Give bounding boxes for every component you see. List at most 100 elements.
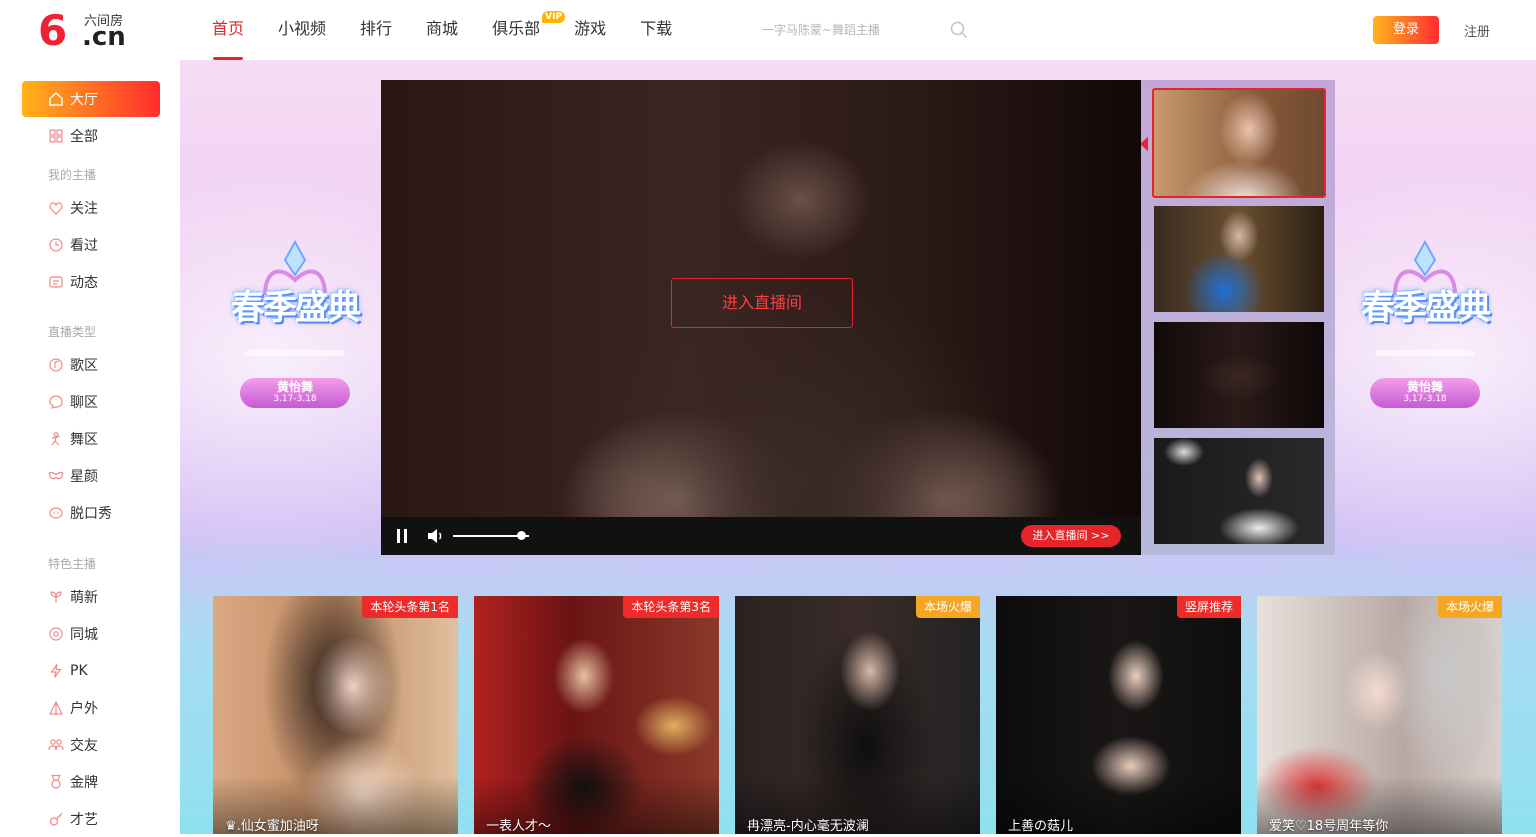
main-nav: 首页 小视频 排行 商城 俱乐部 VIP 游戏 下载 bbox=[195, 0, 689, 60]
sidebar-item-label: 全部 bbox=[70, 129, 98, 145]
enter-room-link[interactable]: 进入直播间 >> bbox=[1021, 525, 1121, 547]
nav-mall[interactable]: 商城 bbox=[409, 0, 475, 60]
card-anchor-name: 一表人才～ bbox=[486, 819, 552, 834]
sprout-icon bbox=[50, 591, 62, 603]
nav-games-label: 游戏 bbox=[574, 19, 607, 38]
card-tag: 竖屏推荐 bbox=[1176, 596, 1241, 618]
sidebar-item-outdoor[interactable]: 户外 bbox=[22, 690, 160, 726]
card-anchor-name: ♛.仙女蜜加油呀 bbox=[225, 819, 319, 834]
sidebar-item-label: 金牌 bbox=[70, 775, 98, 791]
volume-icon[interactable] bbox=[427, 528, 445, 544]
sidebar-heading-my-anchors: 我的主播 bbox=[48, 168, 97, 182]
card-tag: 本轮头条第1名 bbox=[362, 596, 458, 618]
sidebar-item-label: 萌新 bbox=[70, 590, 98, 606]
sidebar-item-watched[interactable]: 看过 bbox=[22, 227, 160, 263]
nav-ranking[interactable]: 排行 bbox=[343, 0, 409, 60]
nav-club-label: 俱乐部 bbox=[492, 19, 541, 38]
anchor-card[interactable]: 本轮头条第3名 一表人才～ bbox=[474, 596, 719, 834]
search-input[interactable] bbox=[752, 14, 942, 46]
sidebar: 大厅 全部 我的主播 关注 看过 动态 直播类型 歌区 聊区 舞区 星颜 脱口秀… bbox=[0, 60, 180, 834]
search-box bbox=[752, 14, 972, 46]
card-anchor-name: 上善の菇儿 bbox=[1008, 819, 1074, 834]
sidebar-item-talent[interactable]: 才艺 bbox=[22, 801, 160, 837]
sidebar-item-talkshow[interactable]: 脱口秀 bbox=[22, 495, 160, 531]
sidebar-item-feed[interactable]: 动态 bbox=[22, 264, 160, 300]
music-icon bbox=[49, 358, 63, 372]
card-tag: 本场火爆 bbox=[915, 596, 980, 618]
spring-gala-banner-left[interactable]: 春季盛典 黄怡舞 3.17-3.18 bbox=[200, 240, 390, 420]
sidebar-item-label: 聊区 bbox=[70, 395, 98, 411]
sidebar-item-label: 才艺 bbox=[70, 812, 98, 828]
sidebar-item-local[interactable]: 同城 bbox=[22, 616, 160, 652]
stream-thumbnail[interactable] bbox=[1154, 438, 1324, 544]
guitar-icon bbox=[49, 813, 63, 826]
sidebar-item-beauty[interactable]: 星颜 bbox=[22, 458, 160, 494]
nav-club[interactable]: 俱乐部 VIP bbox=[475, 0, 566, 60]
sidebar-item-song[interactable]: 歌区 bbox=[22, 347, 160, 383]
stream-thumbnail[interactable] bbox=[1154, 206, 1324, 312]
nav-games[interactable]: 游戏 bbox=[557, 0, 623, 60]
register-link[interactable]: 注册 bbox=[1464, 21, 1490, 40]
card-anchor-name: 冉漂亮-内心毫无波澜 bbox=[747, 819, 869, 834]
banner-pill: 黄怡舞 3.17-3.18 bbox=[1370, 378, 1480, 408]
nav-short-video[interactable]: 小视频 bbox=[261, 0, 343, 60]
lightning-icon bbox=[50, 664, 62, 678]
stream-thumbnail[interactable] bbox=[1154, 322, 1324, 428]
sidebar-item-friends[interactable]: 交友 bbox=[22, 727, 160, 763]
grid-icon bbox=[49, 129, 63, 143]
card-anchor-name: 爱笑♡18号周年等你 bbox=[1269, 819, 1389, 834]
sidebar-item-gold[interactable]: 金牌 bbox=[22, 764, 160, 800]
sidebar-item-follow[interactable]: 关注 bbox=[22, 190, 160, 226]
sidebar-item-newbie[interactable]: 萌新 bbox=[22, 579, 160, 615]
anchor-card[interactable]: 本轮头条第1名 ♛.仙女蜜加油呀 bbox=[213, 596, 458, 834]
sidebar-item-dance[interactable]: 舞区 bbox=[22, 421, 160, 457]
sidebar-item-label: 星颜 bbox=[70, 469, 98, 485]
site-logo[interactable]: 6 六间房 .cn bbox=[38, 8, 138, 54]
recommended-streams bbox=[1141, 80, 1335, 555]
banner-pill: 黄怡舞 3.17-3.18 bbox=[240, 378, 350, 408]
nav-ranking-label: 排行 bbox=[360, 19, 393, 38]
sidebar-item-label: 同城 bbox=[70, 627, 98, 643]
top-header: 6 六间房 .cn 首页 小视频 排行 商城 俱乐部VIP 游戏 下载 登录 注… bbox=[0, 0, 1536, 60]
sidebar-item-label: 舞区 bbox=[70, 432, 98, 448]
sidebar-item-label: 交友 bbox=[70, 738, 98, 754]
anchor-card[interactable]: 竖屏推荐 上善の菇儿 bbox=[996, 596, 1241, 834]
logo-domain: .cn bbox=[82, 22, 126, 52]
nav-download[interactable]: 下载 bbox=[623, 0, 689, 60]
home-icon bbox=[49, 92, 63, 106]
heart-icon bbox=[49, 202, 63, 215]
spring-gala-banner-right[interactable]: 春季盛典 黄怡舞 3.17-3.18 bbox=[1330, 240, 1520, 420]
banner-pill-name: 黄怡舞 bbox=[1406, 380, 1443, 394]
banner-title: 春季盛典 bbox=[1361, 288, 1491, 328]
sidebar-item-label: PK bbox=[70, 663, 88, 679]
sidebar-item-chat[interactable]: 聊区 bbox=[22, 384, 160, 420]
anchor-card[interactable]: 本场火爆 爱笑♡18号周年等你 bbox=[1257, 596, 1502, 834]
anchor-card[interactable]: 本场火爆 冉漂亮-内心毫无波澜 bbox=[735, 596, 980, 834]
volume-slider-handle[interactable] bbox=[517, 531, 527, 540]
card-tag: 本轮头条第3名 bbox=[623, 596, 719, 618]
nav-home[interactable]: 首页 bbox=[195, 0, 261, 60]
location-icon bbox=[49, 627, 63, 641]
sidebar-item-all[interactable]: 全部 bbox=[22, 118, 160, 154]
sidebar-item-hall[interactable]: 大厅 bbox=[22, 81, 160, 117]
sidebar-item-label: 关注 bbox=[70, 201, 98, 217]
sidebar-item-label: 动态 bbox=[70, 275, 98, 291]
banner-title: 春季盛典 bbox=[231, 288, 361, 328]
sidebar-item-label: 看过 bbox=[70, 238, 98, 254]
stream-thumbnail[interactable] bbox=[1152, 88, 1326, 198]
nav-download-label: 下载 bbox=[640, 19, 673, 38]
live-player[interactable]: 进入直播间 进入直播间 >> bbox=[381, 80, 1141, 555]
pause-icon[interactable] bbox=[396, 529, 408, 543]
banner-pill-name: 黄怡舞 bbox=[276, 380, 313, 394]
chat-icon bbox=[49, 395, 63, 409]
logo-mark: 6 bbox=[38, 6, 68, 55]
search-icon[interactable] bbox=[950, 21, 968, 39]
feed-icon bbox=[49, 276, 63, 288]
banner-pill-date: 3.17-3.18 bbox=[1403, 394, 1447, 404]
login-button[interactable]: 登录 bbox=[1373, 16, 1439, 44]
sidebar-item-label: 户外 bbox=[70, 701, 98, 717]
enter-room-button[interactable]: 进入直播间 bbox=[671, 278, 853, 328]
sidebar-item-pk[interactable]: PK bbox=[22, 653, 160, 689]
sidebar-item-label: 脱口秀 bbox=[70, 506, 112, 522]
nav-short-video-label: 小视频 bbox=[278, 19, 327, 38]
